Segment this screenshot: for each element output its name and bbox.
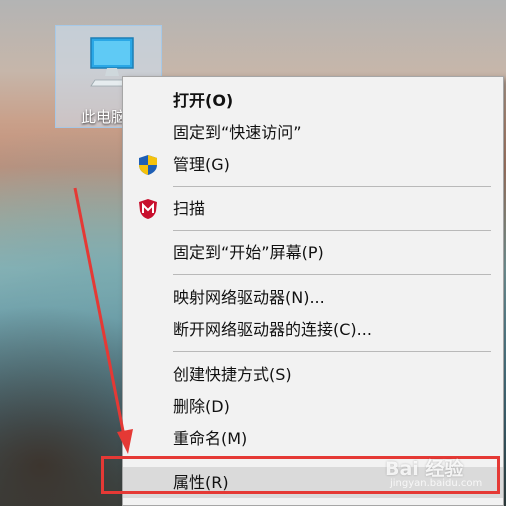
menu-item-label: 创建快捷方式(S) [173,365,292,384]
menu-item-pin-start[interactable]: 固定到“开始”屏幕(P) [123,237,503,268]
menu-separator [173,230,491,231]
baidu-jingyan-watermark: Bai 经验 [385,458,464,480]
menu-item-pin-quick-access[interactable]: 固定到“快速访问” [123,117,503,148]
menu-item-label: 固定到“快速访问” [173,123,302,142]
desktop-icon-label: 此电脑 [81,108,127,126]
menu-item-label: 断开网络驱动器的连接(C)... [173,320,372,339]
menu-item-label: 映射网络驱动器(N)... [173,288,325,307]
menu-item-label: 重命名(M) [173,429,248,448]
menu-item-label: 固定到“开始”屏幕(P) [173,243,324,262]
menu-item-create-shortcut[interactable]: 创建快捷方式(S) [123,359,503,390]
menu-separator [173,351,491,352]
menu-separator [173,274,491,275]
shield-icon [139,155,157,175]
menu-item-open[interactable]: 打开(O) [123,85,503,116]
watermark-url: jingyan.baidu.com [390,478,483,489]
menu-item-manage[interactable]: 管理(G) [123,149,503,180]
menu-item-delete[interactable]: 删除(D) [123,391,503,422]
menu-item-disconnect-network-drive[interactable]: 断开网络驱动器的连接(C)... [123,314,503,345]
menu-item-map-network-drive[interactable]: 映射网络驱动器(N)... [123,282,503,313]
context-menu: 打开(O) 固定到“快速访问” 管理(G) 扫描 固定到“开始”屏幕(P) 映射… [122,76,504,506]
menu-item-scan[interactable]: 扫描 [123,193,503,224]
menu-item-label: 扫描 [173,199,206,218]
menu-item-rename[interactable]: 重命名(M) [123,423,503,454]
menu-item-label: 打开(O) [173,91,234,110]
menu-item-label: 管理(G) [173,155,230,174]
menu-separator [173,186,491,187]
menu-item-label: 删除(D) [173,397,230,416]
mcafee-icon [139,199,157,219]
